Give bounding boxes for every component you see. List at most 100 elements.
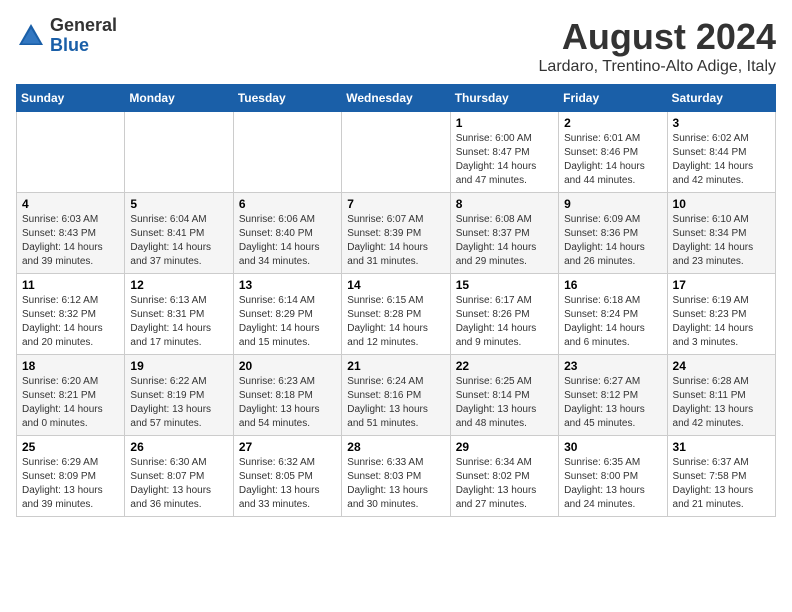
calendar-day-cell: 18 Sunrise: 6:20 AM Sunset: 8:21 PM Dayli… — [17, 355, 125, 436]
calendar-day-cell: 20 Sunrise: 6:23 AM Sunset: 8:18 PM Dayli… — [233, 355, 341, 436]
location-title: Lardaro, Trentino-Alto Adige, Italy — [539, 58, 776, 76]
weekday-header-cell: Thursday — [450, 85, 558, 112]
day-number: 1 — [456, 116, 553, 130]
day-number: 5 — [130, 197, 227, 211]
calendar-week-row: 4 Sunrise: 6:03 AM Sunset: 8:43 PM Daylig… — [17, 193, 776, 274]
day-content: Sunrise: 6:19 AM Sunset: 8:23 PM Dayligh… — [673, 294, 770, 350]
calendar-day-cell — [125, 112, 233, 193]
day-number: 13 — [239, 278, 336, 292]
calendar-day-cell: 1 Sunrise: 6:00 AM Sunset: 8:47 PM Daylig… — [450, 112, 558, 193]
calendar-day-cell: 10Sunrise: 6:10 AM Sunset: 8:34 PM Dayli… — [667, 193, 775, 274]
day-content: Sunrise: 6:13 AM Sunset: 8:31 PM Dayligh… — [130, 294, 227, 350]
calendar-week-row: 25Sunrise: 6:29 AM Sunset: 8:09 PM Dayli… — [17, 436, 776, 517]
calendar-day-cell: 5Sunrise: 6:04 AM Sunset: 8:41 PM Daylig… — [125, 193, 233, 274]
weekday-header-cell: Monday — [125, 85, 233, 112]
day-content: Sunrise: 6:09 AM Sunset: 8:36 PM Dayligh… — [564, 213, 661, 269]
day-content: Sunrise: 6:24 AM Sunset: 8:16 PM Dayligh… — [347, 375, 444, 431]
day-number: 22 — [456, 359, 553, 373]
calendar-day-cell: 16Sunrise: 6:18 AM Sunset: 8:24 PM Dayli… — [559, 274, 667, 355]
day-content: Sunrise: 6:29 AM Sunset: 8:09 PM Dayligh… — [22, 456, 119, 512]
day-number: 3 — [673, 116, 770, 130]
calendar-day-cell: 2 Sunrise: 6:01 AM Sunset: 8:46 PM Daylig… — [559, 112, 667, 193]
calendar-day-cell: 25Sunrise: 6:29 AM Sunset: 8:09 PM Dayli… — [17, 436, 125, 517]
calendar-day-cell — [17, 112, 125, 193]
calendar-day-cell — [342, 112, 450, 193]
day-number: 7 — [347, 197, 444, 211]
day-content: Sunrise: 6:20 AM Sunset: 8:21 PM Dayligh… — [22, 375, 119, 431]
calendar-day-cell: 12 Sunrise: 6:13 AM Sunset: 8:31 PM Dayli… — [125, 274, 233, 355]
day-number: 6 — [239, 197, 336, 211]
weekday-header-cell: Saturday — [667, 85, 775, 112]
day-number: 31 — [673, 440, 770, 454]
calendar-day-cell: 22 Sunrise: 6:25 AM Sunset: 8:14 PM Dayli… — [450, 355, 558, 436]
weekday-header-cell: Friday — [559, 85, 667, 112]
day-number: 14 — [347, 278, 444, 292]
day-number: 2 — [564, 116, 661, 130]
calendar-day-cell: 21 Sunrise: 6:24 AM Sunset: 8:16 PM Dayli… — [342, 355, 450, 436]
page-header: General Blue August 2024 Lardaro, Trenti… — [16, 16, 776, 76]
day-number: 9 — [564, 197, 661, 211]
day-number: 18 — [22, 359, 119, 373]
calendar-day-cell: 29Sunrise: 6:34 AM Sunset: 8:02 PM Dayli… — [450, 436, 558, 517]
calendar-day-cell: 17Sunrise: 6:19 AM Sunset: 8:23 PM Dayli… — [667, 274, 775, 355]
day-number: 12 — [130, 278, 227, 292]
day-content: Sunrise: 6:08 AM Sunset: 8:37 PM Dayligh… — [456, 213, 553, 269]
day-content: Sunrise: 6:32 AM Sunset: 8:05 PM Dayligh… — [239, 456, 336, 512]
day-content: Sunrise: 6:06 AM Sunset: 8:40 PM Dayligh… — [239, 213, 336, 269]
calendar-week-row: 18 Sunrise: 6:20 AM Sunset: 8:21 PM Dayli… — [17, 355, 776, 436]
calendar-day-cell: 15 Sunrise: 6:17 AM Sunset: 8:26 PM Dayli… — [450, 274, 558, 355]
calendar-day-cell: 7 Sunrise: 6:07 AM Sunset: 8:39 PM Daylig… — [342, 193, 450, 274]
day-content: Sunrise: 6:01 AM Sunset: 8:46 PM Dayligh… — [564, 132, 661, 188]
calendar-day-cell: 4 Sunrise: 6:03 AM Sunset: 8:43 PM Daylig… — [17, 193, 125, 274]
day-number: 28 — [347, 440, 444, 454]
day-number: 24 — [673, 359, 770, 373]
calendar-day-cell: 11Sunrise: 6:12 AM Sunset: 8:32 PM Dayli… — [17, 274, 125, 355]
calendar-day-cell: 30Sunrise: 6:35 AM Sunset: 8:00 PM Dayli… — [559, 436, 667, 517]
day-number: 19 — [130, 359, 227, 373]
day-number: 15 — [456, 278, 553, 292]
day-content: Sunrise: 6:15 AM Sunset: 8:28 PM Dayligh… — [347, 294, 444, 350]
day-number: 20 — [239, 359, 336, 373]
calendar-day-cell: 9 Sunrise: 6:09 AM Sunset: 8:36 PM Daylig… — [559, 193, 667, 274]
day-content: Sunrise: 6:30 AM Sunset: 8:07 PM Dayligh… — [130, 456, 227, 512]
logo-icon — [16, 21, 46, 51]
weekday-header-cell: Tuesday — [233, 85, 341, 112]
day-number: 29 — [456, 440, 553, 454]
calendar-day-cell: 28 Sunrise: 6:33 AM Sunset: 8:03 PM Dayli… — [342, 436, 450, 517]
day-content: Sunrise: 6:18 AM Sunset: 8:24 PM Dayligh… — [564, 294, 661, 350]
calendar-week-row: 1 Sunrise: 6:00 AM Sunset: 8:47 PM Daylig… — [17, 112, 776, 193]
calendar-day-cell: 19 Sunrise: 6:22 AM Sunset: 8:19 PM Dayli… — [125, 355, 233, 436]
logo: General Blue — [16, 16, 117, 56]
day-content: Sunrise: 6:07 AM Sunset: 8:39 PM Dayligh… — [347, 213, 444, 269]
month-title: August 2024 — [539, 16, 776, 58]
day-content: Sunrise: 6:33 AM Sunset: 8:03 PM Dayligh… — [347, 456, 444, 512]
logo-general-text: General — [50, 15, 117, 35]
calendar-week-row: 11Sunrise: 6:12 AM Sunset: 8:32 PM Dayli… — [17, 274, 776, 355]
day-content: Sunrise: 6:25 AM Sunset: 8:14 PM Dayligh… — [456, 375, 553, 431]
calendar-day-cell: 23Sunrise: 6:27 AM Sunset: 8:12 PM Dayli… — [559, 355, 667, 436]
day-content: Sunrise: 6:03 AM Sunset: 8:43 PM Dayligh… — [22, 213, 119, 269]
weekday-header-cell: Sunday — [17, 85, 125, 112]
calendar-body: 1 Sunrise: 6:00 AM Sunset: 8:47 PM Daylig… — [17, 112, 776, 517]
calendar-day-cell — [233, 112, 341, 193]
day-content: Sunrise: 6:17 AM Sunset: 8:26 PM Dayligh… — [456, 294, 553, 350]
calendar-day-cell: 13Sunrise: 6:14 AM Sunset: 8:29 PM Dayli… — [233, 274, 341, 355]
day-number: 10 — [673, 197, 770, 211]
weekday-header-row: SundayMondayTuesdayWednesdayThursdayFrid… — [17, 85, 776, 112]
day-content: Sunrise: 6:22 AM Sunset: 8:19 PM Dayligh… — [130, 375, 227, 431]
day-content: Sunrise: 6:00 AM Sunset: 8:47 PM Dayligh… — [456, 132, 553, 188]
day-content: Sunrise: 6:23 AM Sunset: 8:18 PM Dayligh… — [239, 375, 336, 431]
day-number: 23 — [564, 359, 661, 373]
weekday-header-cell: Wednesday — [342, 85, 450, 112]
calendar-day-cell: 24 Sunrise: 6:28 AM Sunset: 8:11 PM Dayli… — [667, 355, 775, 436]
calendar-day-cell: 31Sunrise: 6:37 AM Sunset: 7:58 PM Dayli… — [667, 436, 775, 517]
day-number: 26 — [130, 440, 227, 454]
day-content: Sunrise: 6:28 AM Sunset: 8:11 PM Dayligh… — [673, 375, 770, 431]
day-number: 11 — [22, 278, 119, 292]
calendar-day-cell: 26 Sunrise: 6:30 AM Sunset: 8:07 PM Dayli… — [125, 436, 233, 517]
calendar-table: SundayMondayTuesdayWednesdayThursdayFrid… — [16, 84, 776, 517]
day-content: Sunrise: 6:35 AM Sunset: 8:00 PM Dayligh… — [564, 456, 661, 512]
title-block: August 2024 Lardaro, Trentino-Alto Adige… — [539, 16, 776, 76]
day-number: 21 — [347, 359, 444, 373]
day-number: 4 — [22, 197, 119, 211]
